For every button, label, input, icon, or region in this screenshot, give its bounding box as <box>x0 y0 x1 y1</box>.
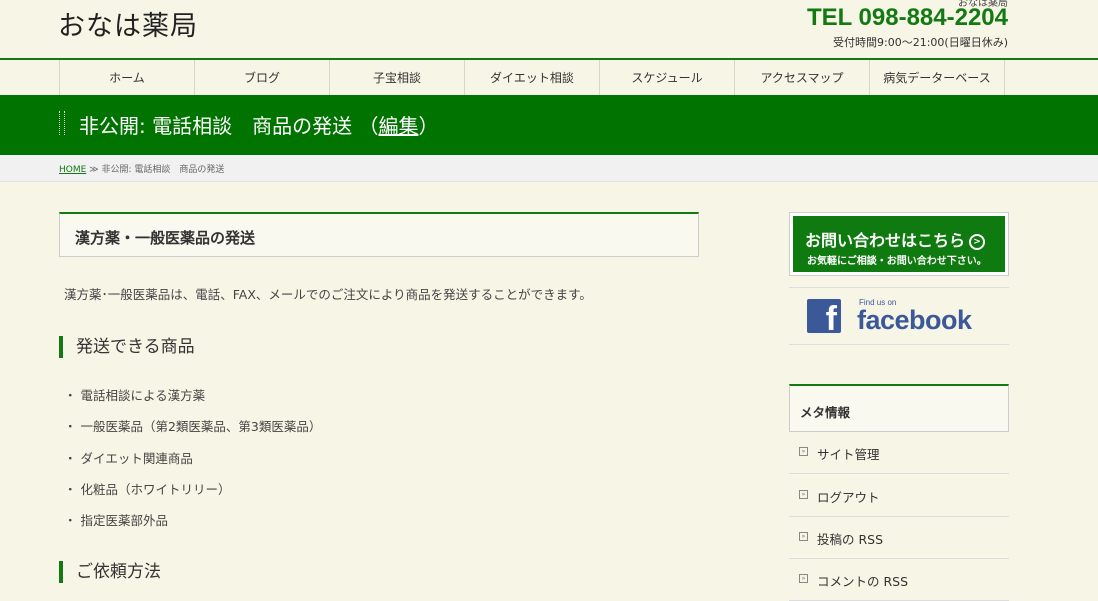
arrow-circle-icon: > <box>969 233 986 250</box>
list-item: ・ 一般医薬品（第2類医薬品、第3類医薬品） <box>64 419 322 434</box>
page-title: 非公開: 電話相談 商品の発送 （編集） <box>79 110 438 139</box>
business-hours: 受付時間9:00〜21:00(日曜日休み) <box>833 36 1008 49</box>
breadcrumb-current: 非公開: 電話相談 商品の発送 <box>101 165 225 175</box>
contact-title: お問い合わせはこちら > <box>805 227 986 251</box>
request-method-heading: ご依頼方法 <box>59 561 161 583</box>
section-heading-box: 漢方薬・一般医薬品の発送 <box>59 212 699 257</box>
products-heading: 発送できる商品 <box>59 336 195 358</box>
page-title-text: 非公開: 電話相談 商品の発送 <box>79 114 353 138</box>
section-title: 漢方薬・一般医薬品の発送 <box>75 229 256 247</box>
bullet-box-icon: » <box>799 490 808 499</box>
bullet-box-icon: » <box>799 574 808 583</box>
nav-item-home[interactable]: ホーム <box>60 60 195 95</box>
nav-item-diet[interactable]: ダイエット相談 <box>465 60 600 95</box>
meta-widget-title: メタ情報 <box>789 384 1009 432</box>
page-title-bar: 非公開: 電話相談 商品の発送 （編集） <box>0 95 1098 155</box>
facebook-icon: f <box>807 299 841 333</box>
breadcrumb-home-link[interactable]: HOME <box>59 165 86 175</box>
nav-item-disease-database[interactable]: 病気データーベース <box>870 60 1005 95</box>
meta-item-label: 投稿の RSS <box>817 532 884 547</box>
nav-item-blog[interactable]: ブログ <box>195 60 330 95</box>
contact-banner-inner: お問い合わせはこちら > お気軽にご相談・お問い合わせ下さい。 <box>793 216 1005 272</box>
nav-item-fertility[interactable]: 子宝相談 <box>330 60 465 95</box>
meta-item-logout[interactable]: » ログアウト <box>789 475 1009 517</box>
bullet-box-icon: » <box>799 532 808 541</box>
breadcrumb-bar: HOME ≫ 非公開: 電話相談 商品の発送 <box>0 155 1098 182</box>
nav-item-access-map[interactable]: アクセスマップ <box>735 60 870 95</box>
breadcrumb: HOME ≫ 非公開: 電話相談 商品の発送 <box>59 162 224 175</box>
list-item: ・ 指定医薬部外品 <box>64 513 168 528</box>
bullet-box-icon: » <box>799 447 808 456</box>
meta-item-label: コメントの RSS <box>817 574 909 589</box>
site-header: おなは薬局 おなは薬局 TEL 098-884-2204 受付時間9:00〜21… <box>0 0 1098 58</box>
nav-item-schedule[interactable]: スケジュール <box>600 60 735 95</box>
list-item: ・ ダイエット関連商品 <box>64 451 193 466</box>
site-logo[interactable]: おなは薬局 <box>58 4 198 43</box>
facebook-wordmark: facebook <box>857 305 972 335</box>
contact-banner[interactable]: お問い合わせはこちら > お気軽にご相談・お問い合わせ下さい。 <box>789 212 1009 276</box>
meta-title: メタ情報 <box>800 405 851 420</box>
meta-item-label: サイト管理 <box>817 447 880 462</box>
edit-link[interactable]: 編集 <box>378 114 418 138</box>
list-item: ・ 化粧品（ホワイトリリー） <box>64 482 231 497</box>
intro-text: 漢方薬･一般医薬品は、電話、FAX、メールでのご注文により商品を発送することがで… <box>64 287 592 302</box>
meta-item-site-admin[interactable]: » サイト管理 <box>789 432 1009 474</box>
facebook-banner[interactable]: f Find us on facebook <box>789 287 1009 345</box>
title-marker <box>59 111 65 135</box>
edit-paren-open: （ <box>358 114 379 138</box>
list-item: ・ 電話相談による漢方薬 <box>64 388 206 403</box>
contact-title-text: お問い合わせはこちら <box>805 231 966 250</box>
main-nav: ホーム ブログ 子宝相談 ダイエット相談 スケジュール アクセスマップ 病気デー… <box>59 60 1005 95</box>
phone-number: TEL 098-884-2204 <box>806 4 1008 31</box>
facebook-letter: f <box>825 300 837 333</box>
edit-paren-close: ） <box>418 114 439 138</box>
meta-item-label: ログアウト <box>817 490 880 505</box>
meta-item-posts-rss[interactable]: » 投稿の RSS <box>789 517 1009 559</box>
contact-subtitle: お気軽にご相談・お問い合わせ下さい。 <box>807 256 987 267</box>
breadcrumb-separator: ≫ <box>89 165 99 175</box>
